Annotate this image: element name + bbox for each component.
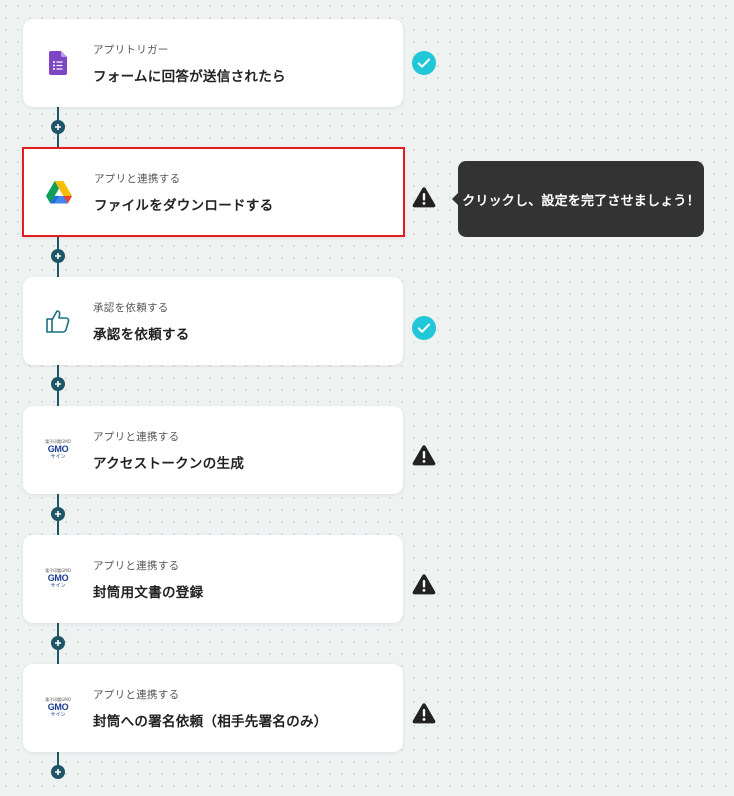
warning-icon (412, 187, 436, 208)
add-step-button[interactable] (51, 507, 65, 521)
warning-icon (412, 703, 436, 724)
google-forms-icon (49, 51, 67, 75)
step-title: 承認を依頼する (93, 326, 190, 343)
check-circle-icon (412, 316, 436, 340)
gmo-sign-icon: 電子印鑑GMO GMO サイン (45, 697, 71, 718)
flow-step-card[interactable]: 電子印鑑GMO GMO サイン アプリと連携する 封筒用文書の登録 (23, 535, 403, 623)
thumbs-up-icon (46, 310, 70, 333)
status-warning (411, 442, 437, 468)
plus-icon (55, 769, 61, 775)
status-warning (411, 700, 437, 726)
step-type-label: アプリと連携する (93, 688, 180, 701)
gmo-sign-icon: 電子印鑑GMO GMO サイン (45, 568, 71, 589)
step-title: 封筒への署名依頼（相手先署名のみ） (93, 713, 328, 730)
plus-icon (55, 124, 61, 130)
add-step-button[interactable] (51, 120, 65, 134)
step-type-label: アプリトリガー (93, 43, 169, 56)
tooltip-text: クリックし、設定を完了させましょう！ (462, 193, 700, 209)
step-title: フォームに回答が送信されたら (93, 68, 286, 85)
plus-icon (55, 253, 61, 259)
status-warning (411, 184, 437, 210)
flow-step-card[interactable]: 電子印鑑GMO GMO サイン アプリと連携する 封筒への署名依頼（相手先署名の… (23, 664, 403, 752)
tooltip: クリックし、設定を完了させましょう！ (452, 161, 704, 237)
plus-icon (55, 640, 61, 646)
step-type-label: アプリと連携する (93, 559, 180, 572)
plus-icon (55, 511, 61, 517)
gmo-sign-icon: 電子印鑑GMO GMO サイン (45, 439, 71, 460)
check-circle-icon (412, 51, 436, 75)
status-warning (411, 571, 437, 597)
flow-step-card[interactable]: アプリトリガー フォームに回答が送信されたら (23, 19, 403, 107)
google-drive-icon (46, 180, 72, 203)
step-type-label: 承認を依頼する (93, 301, 169, 314)
step-title: ファイルをダウンロードする (94, 197, 274, 214)
status-complete (411, 50, 437, 76)
flow-step-card[interactable]: 承認を依頼する 承認を依頼する (23, 277, 403, 365)
step-title: アクセストークンの生成 (93, 455, 245, 472)
add-step-button[interactable] (51, 765, 65, 779)
add-step-button[interactable] (51, 636, 65, 650)
add-step-button[interactable] (51, 377, 65, 391)
flow-step-card[interactable]: アプリと連携する ファイルをダウンロードする (22, 147, 405, 237)
add-step-button[interactable] (51, 249, 65, 263)
warning-icon (412, 445, 436, 466)
step-type-label: アプリと連携する (93, 430, 180, 443)
flow-step-card[interactable]: 電子印鑑GMO GMO サイン アプリと連携する アクセストークンの生成 (23, 406, 403, 494)
plus-icon (55, 381, 61, 387)
warning-icon (412, 574, 436, 595)
step-type-label: アプリと連携する (94, 172, 181, 185)
status-complete (411, 315, 437, 341)
step-title: 封筒用文書の登録 (93, 584, 204, 601)
